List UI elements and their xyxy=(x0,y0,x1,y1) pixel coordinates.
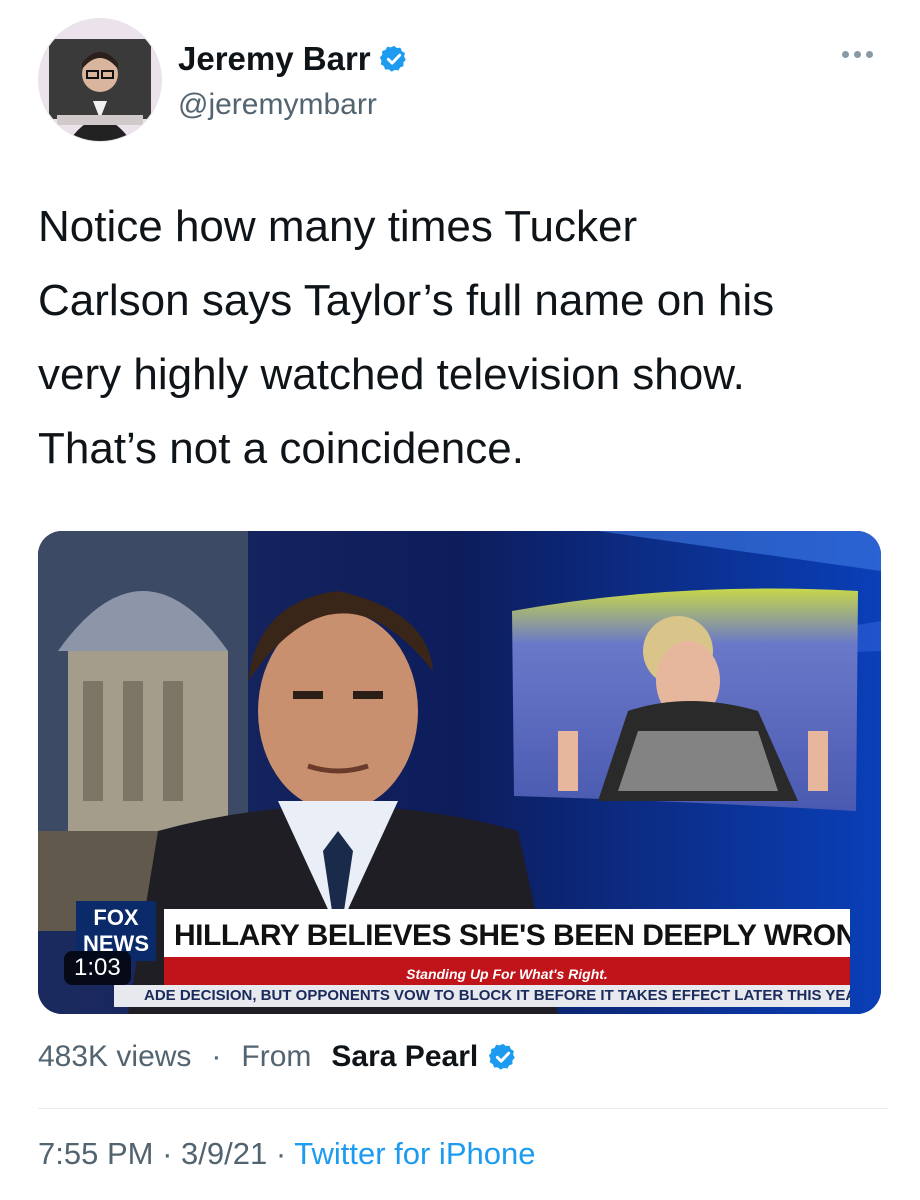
tweet-header: Jeremy Barr @jeremymbarr xyxy=(38,18,888,142)
chyron-tagline: Standing Up For What's Right. xyxy=(164,963,850,985)
avatar[interactable] xyxy=(38,18,162,142)
tweet-time[interactable]: 7:55 PM xyxy=(38,1136,153,1171)
more-dot-icon xyxy=(842,50,849,58)
chyron-headline: HILLARY BELIEVES SHE'S BEEN DEEPLY WRONG… xyxy=(164,909,850,963)
separator-dot: · xyxy=(211,1040,222,1073)
author-handle[interactable]: @jeremymbarr xyxy=(178,88,409,122)
divider xyxy=(38,1108,888,1109)
verified-badge-icon xyxy=(489,1043,515,1070)
tweet-timestamp-row: 7:55 PM · 3/9/21 · Twitter for iPhone xyxy=(38,1136,535,1172)
verified-badge-icon xyxy=(379,45,406,72)
tweet-date[interactable]: 3/9/21 xyxy=(181,1136,267,1171)
view-count: 483K views xyxy=(38,1040,192,1073)
more-options-button[interactable] xyxy=(842,44,882,64)
tweet-text: Notice how many times Tucker Carlson say… xyxy=(38,202,775,473)
author-info: Jeremy Barr @jeremymbarr xyxy=(178,40,409,122)
news-ticker: ADE DECISION, BUT OPPONENTS VOW TO BLOCK… xyxy=(114,985,850,1007)
video-stats: 483K views · From Sara Pearl xyxy=(38,1040,518,1074)
avatar-image xyxy=(39,19,161,141)
video-duration-badge: 1:03 xyxy=(64,951,131,985)
separator-dot: · xyxy=(162,1136,182,1171)
tweet-source-link[interactable]: Twitter for iPhone xyxy=(294,1136,535,1171)
video-player[interactable]: FOX NEWS HILLARY BELIEVES SHE'S BEEN DEE… xyxy=(38,531,881,1014)
from-label: From xyxy=(241,1040,312,1073)
from-account-name[interactable]: Sara Pearl xyxy=(331,1040,478,1074)
more-dot-icon xyxy=(866,50,873,58)
author-name[interactable]: Jeremy Barr xyxy=(178,40,371,78)
separator-dot: · xyxy=(275,1136,295,1171)
more-dot-icon xyxy=(854,50,861,58)
